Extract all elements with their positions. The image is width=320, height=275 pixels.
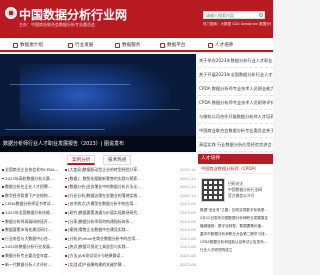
list-item[interactable]: 全国商业企业协会发布CPDA... [0,166,62,175]
list-item[interactable]: 数据分析在企业人才招聘... [0,183,62,192]
article-title: [分享]数据分析师如何构建指标体系... [68,218,134,224]
article-date: 2023-09 [179,227,196,233]
article-row[interactable]: [实战]用户画像构建的关键步骤... 2023-08 [63,261,198,270]
qr-caption: 官方微信公众号 [228,193,255,198]
article-row[interactable]: [大变局]数据驱动型企业的转型经验分享... 2023-10 [63,166,198,175]
article-date: 2023-08 [179,252,196,258]
talent-panel: 人才培养 中国商业数据分析师（CPDA） 扫码关注 中国数据分析行业网 官方微信… [198,154,273,275]
list-item[interactable]: 数字经济背景下产业结构... [0,192,62,201]
content-tabs: 案例分析 技术热点 [63,154,198,166]
article-title: [技术热点]大模型在数据分析中的应用... [68,201,137,207]
qr-code [201,178,225,202]
article-title: [行业分析]数据治理在金融业的落地实践... [68,192,141,198]
article-date: 2023-09 [179,218,196,224]
news-item[interactable]: 中国商业联合会数据分析专业委员会关于... [198,124,273,138]
chart-icon [68,43,73,48]
banner-decoration [40,109,180,110]
main-nav: 数据委介绍 行业发展 数据服务 数据平台 人才培养 [0,38,273,52]
news-item[interactable]: 与微软公司合作开展数据分析师人才培养... [198,110,273,124]
list-item[interactable]: 数据要素市场化建设研讨... [0,226,62,235]
news-item[interactable]: 高层实践 行业数据分析应用经验交流会... [198,138,273,152]
article-title: [分析]Python在商业数据分析中的应用... [68,235,139,241]
site-subtitle: 主办：中国商业联合会数据分析专业委员会 [19,22,95,27]
list-item[interactable]: 数据分析师高级研修班开... [0,218,62,227]
people-icon [208,43,213,48]
article-title: [研究]数据要素流通与价值实现路径研究... [68,209,141,215]
announcement-list: 全国商业企业协会发布CPDA... 2023年高校数据分析大赛... 数据分析在… [0,154,62,275]
list-item[interactable]: 2023年全国数据分析技能... [0,209,62,218]
banner-image [20,64,170,134]
news-item[interactable]: CPDA 数据分析师专业技术人员职业能力... [198,82,273,96]
article-date: 2023-09 [179,201,196,207]
article-title: [案例]零售企业数据中台建设实践... [68,227,130,233]
panel-link[interactable]: 重庆市数据分析师职业大会第二期学习班... [198,232,273,237]
article-row[interactable]: [行业分析]数据治理在金融业的落地实践... 2023-10 [63,192,198,201]
hot-keywords[interactable]: 热门搜索：大数据 CDA Databrain 数据分析 数据分析师 CDA认证 [203,22,271,27]
article-row[interactable]: [分享]数据分析师如何构建指标体系... 2023-09 [63,218,198,227]
news-item[interactable]: 关于举办2023年数据分析行业人才职业发展... [198,54,273,68]
nav-item-platform[interactable]: 数据平台 [160,41,185,50]
site-header: 中国数据分析行业网 主办：中国商业联合会数据分析专业委员会 热门搜索：大数据 C… [0,0,273,38]
nav-item-about[interactable]: 数据委介绍 [13,41,43,50]
panel-link[interactable]: 行业人才研究院成立 [198,248,273,253]
panel-link[interactable]: CPDA数据分析师技能认证考试公告发布... [198,240,273,245]
article-row[interactable]: [案例]零售企业数据中台建设实践... 2023-09 [63,226,198,235]
panel-link[interactable]: 数据"全业务"之路：如何实现数字化转型... [198,208,273,213]
home-icon [13,43,18,48]
site-title[interactable]: 中国数据分析行业网 [19,6,127,23]
nav-item-talent[interactable]: 人才培养 [208,41,233,50]
search-box[interactable] [203,11,265,19]
news-item[interactable]: CPDA 数据分析师专业技术人员职称评价... [198,96,273,110]
article-row[interactable]: [分析]Python在商业数据分析中的应用... 2023-08 [63,235,198,244]
search-icon[interactable] [259,13,263,17]
article-date: 2023-08 [179,244,196,250]
panel-link[interactable]: 5月12日发布中国数据分析师职业发展报告 [198,216,273,221]
article-date: 2023-10 [179,175,196,181]
list-item[interactable]: 行业协会与大数据中心合... [0,235,62,244]
article-row[interactable]: [数据分析]业务增长中的数据分析方法论... 2023-10 [63,183,198,192]
article-date: 2023-08 [179,261,196,267]
article-title: [大变局]数据驱动型企业的转型经验分享... [68,167,141,172]
news-list: 关于举办2023年数据分析行业人才职业发展... 关于开展2023年全国数据分析… [198,54,273,152]
nav-item-services[interactable]: 数据服务 [115,41,140,50]
nav-item-industry[interactable]: 行业发展 [68,41,93,50]
list-item[interactable]: 新一代数据分析人才评价... [0,261,62,270]
article-title: [方法]A/B测试设计与结果解读... [68,252,125,258]
list-item[interactable]: 2024年数据分析行业发展... [0,243,62,252]
banner-caption[interactable]: 数据分析师行业人才职业发展报告（2023）| 图说发布 [0,136,196,152]
article-date: 2023-08 [179,235,196,241]
banner-decoration [5,129,105,130]
article-date: 2023-09 [179,209,196,215]
panel-subtitle[interactable]: 中国商业数据分析师（CPDA） [198,164,273,174]
panel-link[interactable]: 播报福音：数字化转型，数据要素价值... [198,224,273,229]
article-row[interactable]: [技术热点]大模型在数据分析中的应用... 2023-09 [63,200,198,209]
banner-decoration [10,84,130,85]
article-date: 2023-10 [179,192,196,198]
news-item[interactable]: 关于开展2023年全国数据分析行业人才技能... [198,68,273,82]
article-date: 2023-10 [179,184,196,190]
list-item[interactable]: CPDA数据分析师证书考试... [0,200,62,209]
article-title: [数据]：数智化赋能新零售的实践与探索... [68,175,141,181]
article-row[interactable]: [数据]：数智化赋能新零售的实践与探索... 2023-10 [63,175,198,184]
article-row[interactable]: [热点]数据可视化工具选型与实践... 2023-08 [63,243,198,252]
article-row[interactable]: [方法]A/B测试设计与结果解读... 2023-08 [63,252,198,261]
list-item[interactable]: 数据分析专业委员会年度... [0,252,62,261]
article-title: [热点]数据可视化工具选型与实践... [68,244,130,250]
server-icon [115,43,120,48]
logo-icon[interactable] [5,7,17,19]
list-item[interactable]: 2023年高校数据分析大赛... [0,175,62,184]
tab-case-analysis[interactable]: 案例分析 [67,155,96,165]
article-row[interactable]: [研究]数据要素流通与价值实现路径研究... 2023-09 [63,209,198,218]
article-list: [大变局]数据驱动型企业的转型经验分享... 2023-10 [数据]：数智化赋能… [63,166,198,275]
search-input[interactable] [204,12,264,18]
tab-tech-hotspot[interactable]: 技术热点 [103,155,132,165]
grid-icon [160,43,165,48]
panel-title[interactable]: 人才培养 [198,154,273,164]
article-date: 2023-10 [179,167,196,172]
article-title: [实战]用户画像构建的关键步骤... [68,261,126,267]
article-title: [数据分析]业务增长中的数据分析方法论... [68,184,141,190]
